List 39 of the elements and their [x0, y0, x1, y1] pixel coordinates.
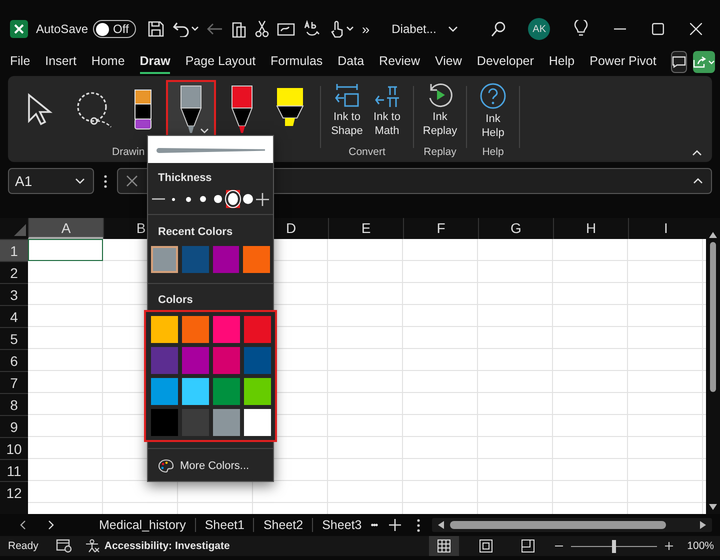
- more-colors-button[interactable]: More Colors...: [148, 450, 273, 481]
- ribbon-tab[interactable]: Data: [338, 50, 364, 74]
- document-title[interactable]: Diabet...: [392, 22, 436, 36]
- group-label: Help: [482, 146, 504, 160]
- ink-help-button[interactable]: Ink Help: [475, 80, 511, 140]
- user-avatar[interactable]: AK: [528, 18, 550, 40]
- ribbon-tab[interactable]: Formulas: [270, 50, 323, 74]
- ribbon-tab[interactable]: File: [10, 50, 30, 74]
- more-sheets-button[interactable]: •••: [370, 520, 378, 530]
- sheet-tab[interactable]: Sheet2: [254, 518, 314, 532]
- sheet-tab[interactable]: Sheet3: [313, 518, 371, 532]
- section-title: Thickness: [157, 171, 213, 186]
- ribbon-tab[interactable]: Help: [548, 50, 575, 74]
- row-header[interactable]: 1: [0, 239, 28, 261]
- accessibility-status[interactable]: Accessibility: Investigate: [84, 539, 230, 553]
- group-label: Replay: [424, 146, 456, 160]
- ribbon-tab[interactable]: Insert: [45, 50, 76, 74]
- more-commands-button[interactable]: »: [362, 21, 370, 37]
- ink-to-shape-button[interactable]: Ink to Shape: [329, 80, 365, 138]
- zoom-level[interactable]: 100%: [687, 540, 714, 552]
- ribbon-tab[interactable]: Developer: [476, 50, 534, 74]
- ribbon-tab[interactable]: Power Pivot: [590, 50, 656, 74]
- ribbon-tab[interactable]: View: [435, 50, 462, 74]
- column-header[interactable]: A: [28, 218, 103, 239]
- ink-replay-button[interactable]: Ink Replay: [422, 80, 458, 138]
- name-box[interactable]: A1: [8, 168, 94, 194]
- ribbon-tab[interactable]: Home: [91, 50, 125, 74]
- ribbon-tab[interactable]: Page Layout: [185, 50, 256, 74]
- autosave-toggle[interactable]: Off: [93, 20, 136, 38]
- ribbon-tab[interactable]: Review: [379, 50, 420, 74]
- ink-to-math-button[interactable]: Ink to Math: [369, 80, 405, 138]
- group-label: Convert: [348, 146, 386, 160]
- sheet-tab[interactable]: Medical_history: [90, 518, 196, 532]
- status-text: Ready: [8, 540, 38, 552]
- autosave-label: AutoSave: [36, 22, 88, 36]
- group-label: Drawin: [112, 146, 145, 160]
- section-title: Colors: [157, 293, 194, 308]
- sheet-tab[interactable]: Sheet1: [196, 518, 254, 532]
- ribbon-tab[interactable]: Draw: [140, 50, 170, 74]
